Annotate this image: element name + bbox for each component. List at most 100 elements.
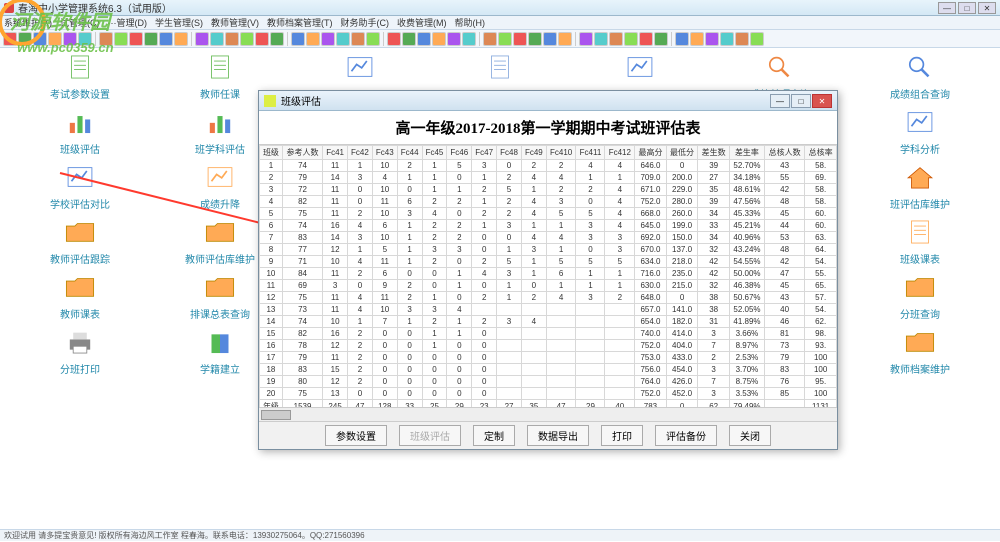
table-row[interactable]: 17411110215302244646.003952.70%4358. (260, 160, 837, 172)
table-row[interactable]: 188315200000756.0454.033.70%83100 (260, 364, 837, 376)
dialog-button-2[interactable]: 定制 (473, 425, 515, 446)
toolbar-button[interactable] (402, 32, 416, 46)
table-row[interactable]: 2791434110124411709.0200.02734.18%5569. (260, 172, 837, 184)
desktop-icon-subject-analysis[interactable]: 学科分析 (850, 103, 990, 158)
table-cell: 752.0 (635, 196, 667, 208)
toolbar-button[interactable] (129, 32, 143, 46)
toolbar-button[interactable] (417, 32, 431, 46)
toolbar-button[interactable] (336, 32, 350, 46)
dialog-button-3[interactable]: 数据导出 (527, 425, 589, 446)
toolbar-button[interactable] (675, 32, 689, 46)
toolbar-button[interactable] (579, 32, 593, 46)
desktop-icon-class-query[interactable]: 分班查询 (850, 268, 990, 323)
desktop-icon-class-eval-maint[interactable]: 班评估库维护 (850, 158, 990, 213)
table-row[interactable]: 14741017121234654.0182.03141.89%4662. (260, 316, 837, 328)
desktop-icon-school-compare[interactable]: 学校评估对比 (10, 158, 150, 213)
desktop-icon-teacher-eval-track[interactable]: 教师评估跟踪 (10, 213, 150, 268)
table-row[interactable]: 177911200000753.0433.022.53%79100 (260, 352, 837, 364)
minimize-button[interactable]: — (938, 2, 956, 14)
toolbar-button[interactable] (174, 32, 188, 46)
table-scroll[interactable]: 班级参考人数Fc41Fc42Fc43Fc44Fc45Fc46Fc47Fc48Fc… (259, 144, 837, 407)
toolbar-button[interactable] (483, 32, 497, 46)
table-row[interactable]: 158216200110740.0414.033.66%8198. (260, 328, 837, 340)
toolbar-button[interactable] (735, 32, 749, 46)
toolbar-button[interactable] (195, 32, 209, 46)
toolbar-button[interactable] (528, 32, 542, 46)
toolbar-button[interactable] (291, 32, 305, 46)
table-cell: 4 (605, 196, 635, 208)
toolbar-button[interactable] (159, 32, 173, 46)
table-cell: 1 (397, 220, 422, 232)
maximize-button[interactable]: □ (958, 2, 976, 14)
toolbar-button[interactable] (351, 32, 365, 46)
toolbar-button[interactable] (543, 32, 557, 46)
toolbar-button[interactable] (255, 32, 269, 46)
horizontal-scrollbar[interactable] (259, 407, 837, 421)
table-row[interactable]: 48211011622124304752.0280.03947.56%4858. (260, 196, 837, 208)
toolbar-button[interactable] (594, 32, 608, 46)
toolbar-button[interactable] (654, 32, 668, 46)
toolbar-button[interactable] (144, 32, 158, 46)
toolbar-button[interactable] (387, 32, 401, 46)
desktop-icon-score-combo[interactable]: 成绩组合查询 (850, 48, 990, 103)
toolbar-button[interactable] (750, 32, 764, 46)
toolbar-button[interactable] (306, 32, 320, 46)
close-button[interactable]: ✕ (978, 2, 996, 14)
table-row[interactable]: 37211010011251224671.0229.03548.61%4258. (260, 184, 837, 196)
dialog-close[interactable]: ✕ (812, 94, 832, 108)
table-row[interactable]: 78314310122004433692.0150.03440.96%5363. (260, 232, 837, 244)
desktop-icon-class-schedule[interactable]: 班级课表 (850, 213, 990, 268)
dialog-minimize[interactable]: — (770, 94, 790, 108)
toolbar-button[interactable] (321, 32, 335, 46)
dialog-button-0[interactable]: 参数设置 (325, 425, 387, 446)
menu-item[interactable]: 教师管理(V) (211, 16, 259, 29)
dialog-button-4[interactable]: 打印 (601, 425, 643, 446)
table-row[interactable]: 年级15392454712833252923273547294078306279… (260, 400, 837, 408)
toolbar-button[interactable] (462, 32, 476, 46)
table-row[interactable]: 6741646122131134645.0199.03345.21%4460. (260, 220, 837, 232)
table-row[interactable]: 10841126001431611716.0235.04250.00%4755. (260, 268, 837, 280)
table-row[interactable]: 57511210340224554668.0260.03445.33%4560. (260, 208, 837, 220)
dialog-button-1[interactable]: 班级评估 (399, 425, 461, 446)
toolbar-button[interactable] (210, 32, 224, 46)
table-row[interactable]: 1169309201010111630.0215.03246.38%4565. (260, 280, 837, 292)
menu-item[interactable]: 收费管理(M) (397, 16, 447, 29)
toolbar-button[interactable] (624, 32, 638, 46)
toolbar-button[interactable] (225, 32, 239, 46)
dialog-button-5[interactable]: 评估备份 (655, 425, 717, 446)
dialog-maximize[interactable]: □ (791, 94, 811, 108)
icon-label: 班评估库维护 (890, 196, 950, 211)
toolbar-button[interactable] (609, 32, 623, 46)
menu-item[interactable]: 财务助手(C) (341, 16, 390, 29)
table-row[interactable]: 207513000000752.0452.033.53%85100 (260, 388, 837, 400)
table-row[interactable]: 127511411210212432648.003850.67%4357. (260, 292, 837, 304)
desktop-icon-teacher-file-maint[interactable]: 教师档案维护 (850, 323, 990, 378)
table-row[interactable]: 167812200100752.0404.078.97%7393. (260, 340, 837, 352)
toolbar-button[interactable] (558, 32, 572, 46)
toolbar-button[interactable] (270, 32, 284, 46)
table-cell: 4 (605, 184, 635, 196)
toolbar-button[interactable] (513, 32, 527, 46)
toolbar-button[interactable] (366, 32, 380, 46)
desktop-icon-teacher-schedule[interactable]: 教师课表 (10, 268, 150, 323)
toolbar-button[interactable] (498, 32, 512, 46)
toolbar-button[interactable] (720, 32, 734, 46)
toolbar-button[interactable] (639, 32, 653, 46)
menu-item[interactable]: 学生管理(S) (155, 16, 203, 29)
toolbar-button[interactable] (705, 32, 719, 46)
toolbar-button[interactable] (114, 32, 128, 46)
desktop-icon-class-print[interactable]: 分班打印 (10, 323, 150, 378)
table-row[interactable]: 137311410334657.0141.03852.05%4054. (260, 304, 837, 316)
menu-item[interactable]: 帮助(H) (455, 16, 486, 29)
menu-item[interactable]: 教师档案管理(T) (267, 16, 333, 29)
toolbar-button[interactable] (240, 32, 254, 46)
toolbar-button[interactable] (690, 32, 704, 46)
toolbar-button[interactable] (447, 32, 461, 46)
desktop-icon-class-eval[interactable]: 班级评估 (10, 103, 150, 158)
toolbar-button[interactable] (432, 32, 446, 46)
scroll-thumb[interactable] (261, 410, 291, 420)
table-row[interactable]: 8771215133013103670.0137.03243.24%4864. (260, 244, 837, 256)
table-row[interactable]: 198012200000764.0426.078.75%7695. (260, 376, 837, 388)
dialog-button-6[interactable]: 关闭 (729, 425, 771, 446)
table-row[interactable]: 97110411120251555634.0218.04254.55%4254. (260, 256, 837, 268)
